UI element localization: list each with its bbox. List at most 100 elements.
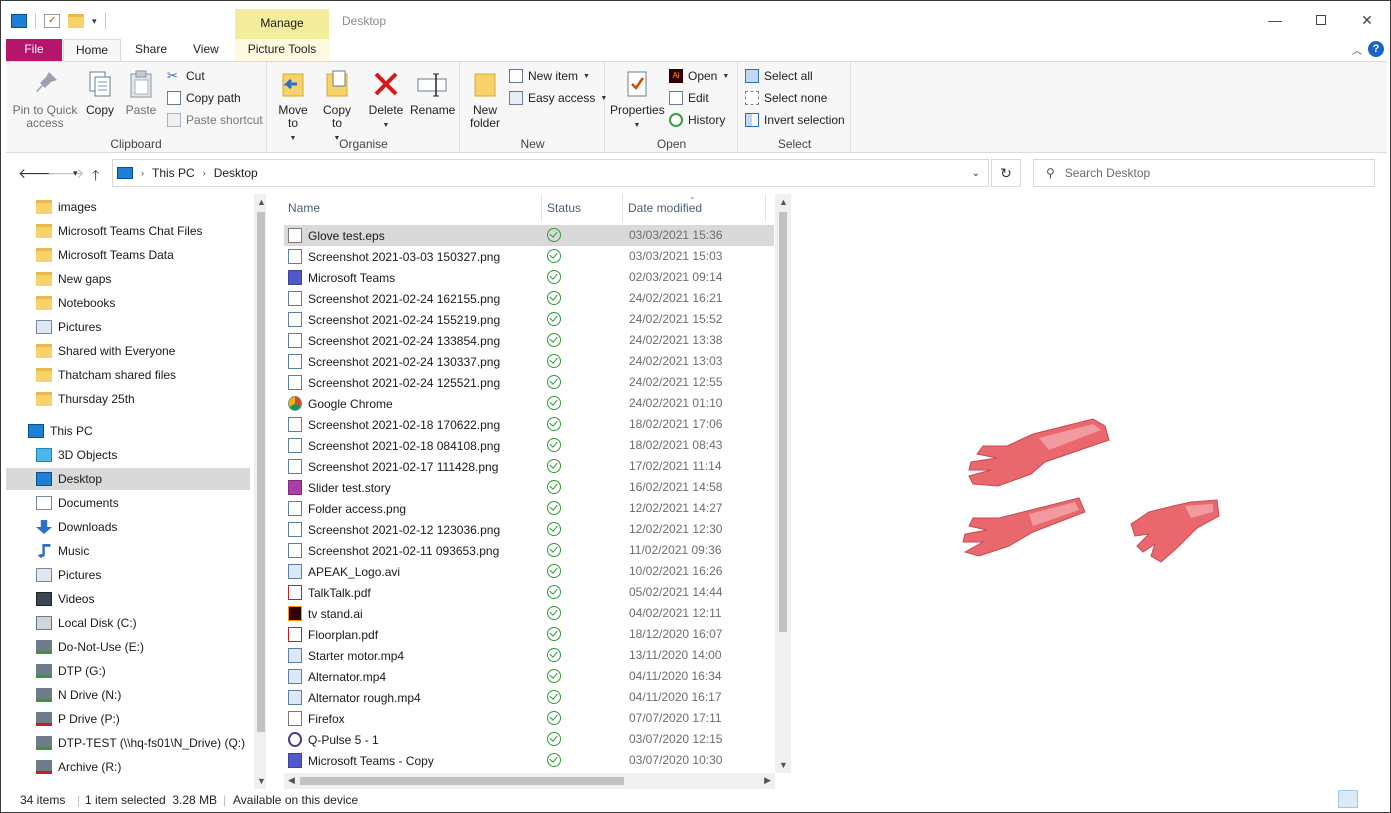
table-row[interactable]: Microsoft Teams - Copy 03/07/2020 10:30 <box>284 750 774 771</box>
history-button[interactable]: History <box>669 110 725 130</box>
new-item-button[interactable]: New item ▼ <box>509 66 590 86</box>
column-header-name[interactable]: Name <box>284 194 542 222</box>
nav-scroll-thumb[interactable] <box>257 212 265 732</box>
table-row[interactable]: Firefox 07/07/2020 17:11 <box>284 708 774 729</box>
nav-item[interactable]: Shared with Everyone <box>6 340 250 362</box>
recent-locations-icon[interactable]: ▾ <box>73 168 78 179</box>
nav-item[interactable]: Documents <box>6 492 250 514</box>
collapse-ribbon-icon[interactable]: ︿ <box>1352 42 1362 57</box>
forward-arrow-icon[interactable]: 🡒 <box>47 165 85 182</box>
nav-item[interactable]: DTP (G:) <box>6 660 250 682</box>
address-bar[interactable]: › This PC › Desktop ⌄ <box>112 159 989 187</box>
table-row[interactable]: Screenshot 2021-02-12 123036.png 12/02/20… <box>284 519 774 540</box>
nav-item[interactable]: Pictures <box>6 564 250 586</box>
nav-item[interactable]: Archive (R:) <box>6 756 250 778</box>
column-header-status[interactable]: Status <box>543 194 623 222</box>
properties-button[interactable]: Properties ▼ <box>610 68 665 132</box>
move-to-button[interactable]: Move to ▼ <box>276 68 310 145</box>
nav-item[interactable]: Local Disk (C:) <box>6 612 250 634</box>
nav-item[interactable]: Videos <box>6 588 250 610</box>
table-row[interactable]: Google Chrome 24/02/2021 01:10 <box>284 393 774 414</box>
scroll-down-icon[interactable]: ▼ <box>257 776 266 786</box>
table-row[interactable]: Alternator.mp4 04/11/2020 16:34 <box>284 666 774 687</box>
breadcrumb-this-pc[interactable]: This PC <box>152 166 195 180</box>
table-row[interactable]: Screenshot 2021-02-24 155219.png 24/02/20… <box>284 309 774 330</box>
table-row[interactable]: Alternator rough.mp4 04/11/2020 16:17 <box>284 687 774 708</box>
nav-item[interactable]: Pictures <box>6 316 250 338</box>
tab-picture-tools[interactable]: Picture Tools <box>235 39 329 61</box>
new-folder-icon[interactable] <box>68 14 84 28</box>
paste-shortcut-button[interactable]: Paste shortcut <box>167 110 263 130</box>
table-row[interactable]: Q-Pulse 5 - 1 03/07/2020 12:15 <box>284 729 774 750</box>
file-list-vertical-scrollbar[interactable]: ▲ ▼ <box>775 194 791 773</box>
copy-to-button[interactable]: Copy to ▼ <box>320 68 354 145</box>
easy-access-button[interactable]: Easy access ▼ <box>509 88 607 108</box>
table-row[interactable]: Screenshot 2021-02-11 093653.png 11/02/20… <box>284 540 774 561</box>
table-row[interactable]: APEAK_Logo.avi 10/02/2021 16:26 <box>284 561 774 582</box>
help-icon[interactable]: ? <box>1368 41 1384 57</box>
select-none-button[interactable]: Select none <box>745 88 827 108</box>
nav-item[interactable]: 3D Objects <box>6 444 250 466</box>
file-list-horizontal-scrollbar[interactable]: ◀ ▶ <box>284 773 775 789</box>
copy-path-button[interactable]: Copy path <box>167 88 241 108</box>
table-row[interactable]: Folder access.png 12/02/2021 14:27 <box>284 498 774 519</box>
table-row[interactable]: tv stand.ai 04/02/2021 12:11 <box>284 603 774 624</box>
table-row[interactable]: Screenshot 2021-02-24 125521.png 24/02/20… <box>284 372 774 393</box>
nav-item[interactable]: Microsoft Teams Chat Files <box>6 220 250 242</box>
select-all-button[interactable]: Select all <box>745 66 813 86</box>
computer-icon[interactable] <box>11 14 27 28</box>
pin-quick-access-button[interactable]: Pin to Quick access <box>10 68 80 130</box>
search-input[interactable]: ⚲ Search Desktop <box>1033 159 1375 187</box>
refresh-icon[interactable]: ↻ <box>991 159 1021 187</box>
nav-item[interactable]: Downloads <box>6 516 250 538</box>
scroll-left-icon[interactable]: ◀ <box>288 775 295 786</box>
table-row[interactable]: Starter motor.mp4 13/11/2020 14:00 <box>284 645 774 666</box>
address-dropdown-icon[interactable]: ⌄ <box>972 168 980 179</box>
properties-check-icon[interactable]: ✓ <box>44 14 60 28</box>
nav-item[interactable]: N Drive (N:) <box>6 684 250 706</box>
nav-item[interactable]: DTP-TEST (\\hq-fs01\N_Drive) (Q:) <box>6 732 250 754</box>
table-row[interactable]: Screenshot 2021-03-03 150327.png 03/03/20… <box>284 246 774 267</box>
table-row[interactable]: TalkTalk.pdf 05/02/2021 14:44 <box>284 582 774 603</box>
scroll-down-icon[interactable]: ▼ <box>779 760 788 770</box>
nav-item[interactable]: Desktop <box>6 468 250 490</box>
breadcrumb-desktop[interactable]: Desktop <box>214 166 258 180</box>
table-row[interactable]: Screenshot 2021-02-24 133854.png 24/02/20… <box>284 330 774 351</box>
minimize-icon[interactable]: — <box>1252 1 1298 39</box>
table-row[interactable]: Screenshot 2021-02-18 170622.png 18/02/20… <box>284 414 774 435</box>
table-row[interactable]: Screenshot 2021-02-24 162155.png 24/02/20… <box>284 288 774 309</box>
rename-button[interactable]: Rename <box>410 68 455 117</box>
scroll-up-icon[interactable]: ▲ <box>257 197 266 207</box>
table-row[interactable]: Screenshot 2021-02-24 130337.png 24/02/20… <box>284 351 774 372</box>
file-list-scroll-thumb[interactable] <box>779 212 787 632</box>
nav-scrollbar[interactable]: ▲ ▼ <box>254 194 266 789</box>
scroll-up-icon[interactable]: ▲ <box>779 197 788 207</box>
table-row[interactable]: Floorplan.pdf 18/12/2020 16:07 <box>284 624 774 645</box>
tab-file[interactable]: File <box>6 39 62 61</box>
nav-item[interactable]: P Drive (P:) <box>6 708 250 730</box>
table-row[interactable]: Screenshot 2021-02-18 084108.png 18/02/20… <box>284 435 774 456</box>
close-icon[interactable]: ✕ <box>1344 1 1390 39</box>
invert-selection-button[interactable]: Invert selection <box>745 110 845 130</box>
paste-button[interactable]: Paste <box>124 68 158 117</box>
nav-item[interactable]: Microsoft Teams Data <box>6 244 250 266</box>
tab-share[interactable]: Share <box>123 39 179 61</box>
table-row[interactable]: Slider test.story 16/02/2021 14:58 <box>284 477 774 498</box>
delete-button[interactable]: Delete ▼ <box>368 68 404 132</box>
up-arrow-icon[interactable]: 🡑 <box>92 165 99 189</box>
copy-button[interactable]: Copy <box>84 68 116 117</box>
tab-home[interactable]: Home <box>63 39 122 62</box>
nav-item[interactable]: Music <box>6 540 250 562</box>
table-row[interactable]: Screenshot 2021-02-17 111428.png 17/02/20… <box>284 456 774 477</box>
nav-item[interactable]: images <box>6 196 250 218</box>
table-row[interactable]: Microsoft Teams 02/03/2021 09:14 <box>284 267 774 288</box>
open-button[interactable]: Ai Open ▼ <box>669 66 729 86</box>
large-icons-view-icon[interactable] <box>1362 790 1382 808</box>
nav-item[interactable]: Do-Not-Use (E:) <box>6 636 250 658</box>
cut-button[interactable]: ✂ Cut <box>167 66 205 86</box>
details-view-icon[interactable] <box>1338 790 1358 808</box>
nav-item[interactable]: Notebooks <box>6 292 250 314</box>
tab-view[interactable]: View <box>181 39 231 61</box>
edit-button[interactable]: Edit <box>669 88 709 108</box>
nav-item[interactable]: This PC <box>6 420 250 442</box>
